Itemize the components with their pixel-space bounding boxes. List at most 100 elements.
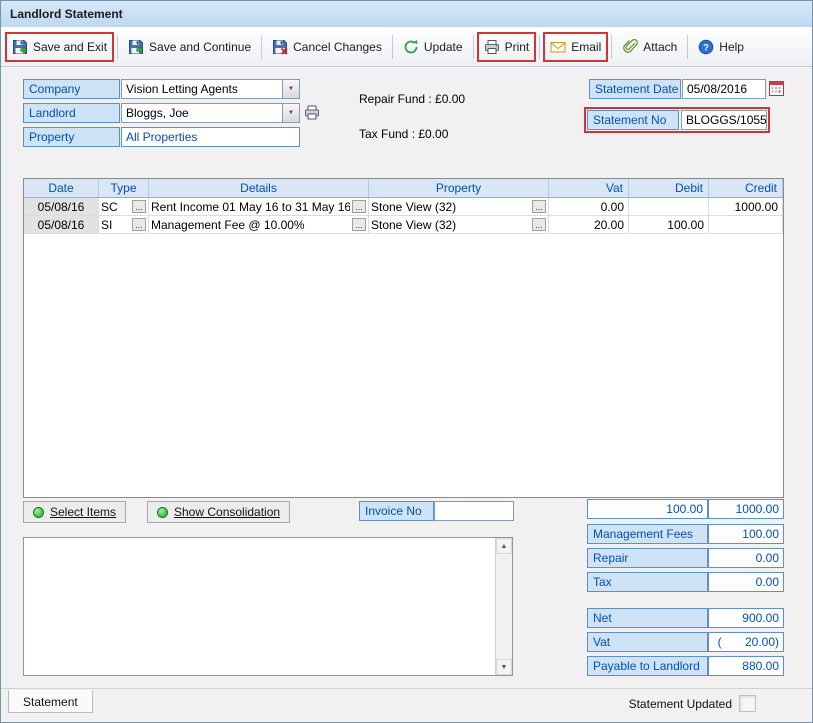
cell-credit: 1000.00: [709, 198, 783, 215]
statement-notes[interactable]: ▲ ▼: [23, 537, 513, 676]
tax-fund-text: Tax Fund : £0.00: [359, 127, 449, 141]
toolbar-separator: [117, 34, 119, 59]
payable-to-landlord-value: 880.00: [708, 656, 784, 676]
property-cell-value: Stone View (32): [371, 199, 457, 214]
net-value: 900.00: [708, 608, 784, 628]
details-value: Rent Income 01 May 16 to 31 May 16: [151, 199, 350, 214]
column-header-type[interactable]: Type: [99, 179, 149, 197]
status-bar: Statement Statement Updated: [1, 688, 812, 722]
column-header-vat[interactable]: Vat: [549, 179, 629, 197]
attach-icon: [622, 38, 639, 55]
tab-statement[interactable]: Statement: [8, 690, 93, 713]
cell-vat: 20.00: [549, 216, 629, 233]
chevron-down-icon[interactable]: ▼: [282, 80, 299, 98]
repair-label: Repair: [587, 548, 708, 568]
ellipsis-button[interactable]: ...: [352, 200, 366, 213]
ellipsis-button[interactable]: ...: [132, 218, 146, 231]
cell-property: Stone View (32) ...: [369, 198, 549, 215]
cell-credit: [709, 216, 783, 233]
repair-row: Repair 0.00: [587, 548, 784, 568]
update-label: Update: [423, 39, 463, 54]
ellipsis-button[interactable]: ...: [532, 200, 546, 213]
vat-value: ( 20.00): [708, 632, 784, 652]
attach-button[interactable]: Attach: [615, 32, 684, 62]
update-button[interactable]: Update: [396, 32, 470, 62]
printer-icon: [304, 104, 320, 120]
email-button[interactable]: Email: [543, 31, 609, 62]
tax-label: Tax: [587, 572, 708, 592]
cancel-changes-button[interactable]: Cancel Changes: [265, 32, 389, 62]
cell-property: Stone View (32) ...: [369, 216, 549, 233]
toolbar-separator: [261, 34, 263, 59]
select-items-label: Select Items: [50, 505, 117, 519]
cell-debit: [629, 198, 709, 215]
email-label: Email: [571, 39, 602, 54]
print-landlord-button[interactable]: [304, 104, 320, 120]
grid-row[interactable]: 05/08/16 SC ... Rent Income 01 May 16 to…: [24, 198, 783, 216]
toolbar-separator: [391, 34, 393, 59]
column-header-credit[interactable]: Credit: [709, 179, 783, 197]
statement-updated-checkbox[interactable]: [739, 695, 756, 712]
statement-updated-label: Statement Updated: [628, 697, 732, 711]
help-button[interactable]: ? Help: [691, 32, 751, 62]
statement-no-highlight: Statement No BLOGGS/1055: [584, 107, 770, 133]
cell-debit: 100.00: [629, 216, 709, 233]
column-header-details[interactable]: Details: [149, 179, 369, 197]
help-icon: ?: [698, 39, 714, 55]
print-icon: [484, 39, 500, 55]
invoice-no-label: Invoice No: [359, 501, 434, 521]
toolbar: Save and Exit Save and Continue Cancel C…: [1, 27, 812, 67]
ellipsis-button[interactable]: ...: [352, 218, 366, 231]
green-dot-icon: [157, 506, 168, 518]
company-select[interactable]: Vision Letting Agents ▼: [121, 79, 300, 99]
show-consolidation-label: Show Consolidation: [174, 505, 281, 519]
landlord-select[interactable]: Bloggs, Joe ▼: [121, 103, 300, 123]
tax-row: Tax 0.00: [587, 572, 784, 592]
payable-row: Payable to Landlord 880.00: [587, 656, 784, 676]
ellipsis-button[interactable]: ...: [532, 218, 546, 231]
column-header-property[interactable]: Property: [369, 179, 549, 197]
print-button[interactable]: Print: [476, 31, 537, 62]
statement-date-input[interactable]: 05/08/2016: [682, 79, 766, 99]
vat-label: Vat: [587, 632, 708, 652]
update-icon: [403, 39, 419, 55]
notes-scrollbar[interactable]: ▲ ▼: [495, 538, 512, 675]
save-exit-icon: [12, 39, 28, 55]
calendar-button[interactable]: [769, 81, 784, 96]
property-cell-value: Stone View (32): [371, 217, 457, 232]
grid-row[interactable]: 05/08/16 SI ... Management Fee @ 10.00% …: [24, 216, 783, 234]
cancel-changes-label: Cancel Changes: [293, 39, 382, 54]
management-fees-label: Management Fees: [587, 524, 708, 544]
show-consolidation-button[interactable]: Show Consolidation: [147, 501, 291, 523]
help-label: Help: [719, 39, 744, 54]
tax-value: 0.00: [708, 572, 784, 592]
cell-date: 05/08/16: [24, 198, 99, 215]
cell-type: SC ...: [99, 198, 149, 215]
ellipsis-button[interactable]: ...: [132, 200, 146, 213]
net-row: Net 900.00: [587, 608, 784, 628]
statement-date-value: 05/08/2016: [687, 82, 748, 96]
cell-date: 05/08/16: [24, 216, 99, 233]
repair-fund-text: Repair Fund : £0.00: [359, 92, 466, 106]
totals-top-row: 100.00 1000.00: [587, 499, 784, 519]
management-fees-row: Management Fees 100.00: [587, 524, 784, 544]
email-icon: [550, 39, 566, 55]
save-and-continue-button[interactable]: Save and Continue: [121, 32, 258, 62]
statement-no-input[interactable]: BLOGGS/1055: [681, 110, 767, 130]
statement-grid: Date Type Details Property Vat Debit Cre…: [23, 178, 784, 498]
column-header-debit[interactable]: Debit: [629, 179, 709, 197]
property-value[interactable]: All Properties: [121, 127, 300, 147]
company-value: Vision Letting Agents: [126, 82, 238, 96]
scroll-up-icon[interactable]: ▲: [496, 538, 512, 554]
grid-header: Date Type Details Property Vat Debit Cre…: [24, 179, 783, 198]
column-header-date[interactable]: Date: [24, 179, 99, 197]
save-and-exit-button[interactable]: Save and Exit: [5, 31, 115, 62]
cell-details: Management Fee @ 10.00% ...: [149, 216, 369, 233]
scroll-down-icon[interactable]: ▼: [496, 659, 512, 675]
property-label: Property: [23, 127, 120, 147]
statement-no-value: BLOGGS/1055: [686, 113, 767, 127]
select-items-button[interactable]: Select Items: [23, 501, 127, 523]
chevron-down-icon[interactable]: ▼: [282, 104, 299, 122]
invoice-no-input[interactable]: [434, 501, 514, 521]
repair-value: 0.00: [708, 548, 784, 568]
